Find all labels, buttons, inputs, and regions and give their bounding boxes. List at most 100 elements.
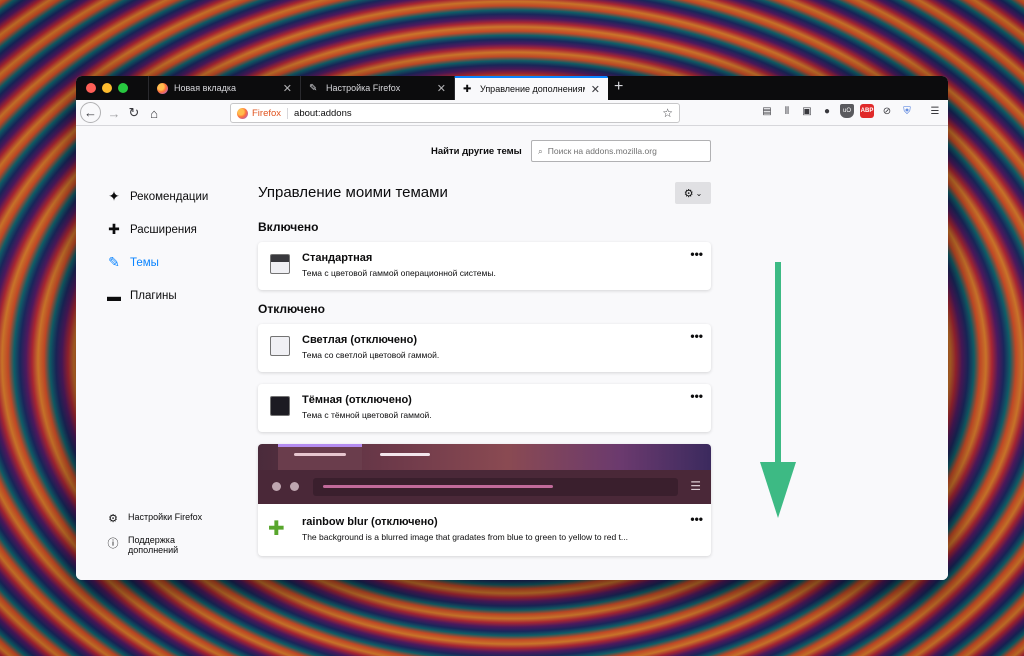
account-icon[interactable]: ● [820, 104, 834, 118]
addons-page: ✦ Рекомендации ✚ Расширения ✎ Темы ▬ Пла… [76, 126, 948, 580]
arrow-head [760, 462, 796, 518]
categories-sidebar: ✦ Рекомендации ✚ Расширения ✎ Темы ▬ Пла… [106, 180, 256, 312]
addons-search-input[interactable]: ⌕ Поиск на addons.mozilla.org [531, 140, 711, 162]
firefox-icon [237, 107, 248, 119]
forward-button[interactable]: → [104, 103, 124, 123]
help-icon: ⓘ [107, 538, 119, 550]
sidebar-item-recommendations[interactable]: ✦ Рекомендации [106, 180, 256, 213]
themes-list: Управление моими темами ⚙ ⌄ Включено Ста… [258, 176, 711, 556]
tab-title: Новая вкладка [174, 83, 237, 93]
bookmark-star-icon[interactable]: ☆ [662, 106, 673, 120]
tab-firefox-settings[interactable]: ✎ Настройка Firefox ✕ [300, 76, 454, 100]
sidebar-item-label: Плагины [130, 289, 177, 302]
gear-icon: ⚙ [108, 513, 118, 525]
find-more-themes-label: Найти другие темы [431, 146, 522, 157]
brush-icon: ✎ [108, 254, 120, 270]
url-text[interactable]: about:addons [294, 108, 656, 119]
sidebar-footer: ⚙ Настройки Firefox ⓘ Поддержка дополнен… [106, 512, 256, 565]
toolbar-icons: ▤ ⫴ ▣ ● uO ABP ⊘ ⛨ ☰ [760, 104, 942, 118]
enabled-heading: Включено [258, 220, 319, 234]
plugin-icon: ▬ [107, 287, 121, 304]
preview-forward-dot [290, 482, 299, 491]
sidebar-item-themes[interactable]: ✎ Темы [106, 246, 256, 279]
back-button[interactable]: ← [80, 102, 101, 123]
url-brand-label: Firefox [252, 107, 282, 119]
theme-name: Стандартная [302, 252, 373, 264]
footer-link-label: Настройки Firefox [128, 512, 203, 522]
theme-name: Светлая (отключено) [302, 334, 417, 346]
reload-button[interactable]: ↻ [124, 103, 144, 123]
theme-light-icon [270, 336, 290, 356]
preview-url-bar [313, 478, 678, 496]
preview-tab-indicator [278, 444, 362, 447]
tab-strip: Новая вкладка ✕ ✎ Настройка Firefox ✕ ✚ … [76, 76, 948, 100]
arrow-shaft [775, 262, 781, 472]
more-options-icon[interactable]: ••• [690, 512, 703, 526]
tab-title: Настройка Firefox [326, 83, 401, 93]
zoom-window-button[interactable] [118, 83, 128, 93]
new-tab-button[interactable]: + [614, 78, 623, 96]
tab-new-tab[interactable]: Новая вкладка ✕ [148, 76, 300, 100]
tab-addons-manager[interactable]: ✚ Управление дополнениями ✕ [454, 76, 608, 100]
menu-icon[interactable]: ☰ [928, 104, 942, 118]
theme-description: Тема со светлой цветовой гаммой. [302, 350, 440, 360]
disabled-heading: Отключено [258, 302, 325, 316]
sidebar-item-plugins[interactable]: ▬ Плагины [106, 279, 256, 312]
sparkle-puzzle-icon: ✦ [108, 188, 120, 204]
more-options-icon[interactable]: ••• [690, 389, 703, 403]
page-title: Управление моими темами [258, 183, 448, 201]
close-window-button[interactable] [86, 83, 96, 93]
url-bar[interactable]: Firefox about:addons ☆ [230, 103, 680, 123]
sidebar-item-extensions[interactable]: ✚ Расширения [106, 213, 256, 246]
adblock-plus-icon[interactable]: ABP [860, 104, 874, 118]
brush-icon: ✎ [309, 82, 318, 94]
addons-support-link[interactable]: ⓘ Поддержка дополнений [106, 535, 256, 555]
preview-toolbar: ☰ [258, 470, 711, 504]
close-tab-icon[interactable]: ✕ [591, 83, 600, 96]
block-icon[interactable]: ⊘ [880, 104, 894, 118]
shield-icon[interactable]: ⛨ [900, 104, 914, 118]
theme-default-icon [270, 254, 290, 274]
firefox-settings-link[interactable]: ⚙ Настройки Firefox [106, 512, 256, 525]
theme-card-light[interactable]: Светлая (отключено) Тема со светлой цвет… [258, 324, 711, 372]
theme-card-rainbow-blur[interactable]: ☰ ✚ rainbow blur (отключено) The backgro… [258, 444, 711, 556]
sidebar-item-label: Расширения [130, 223, 197, 236]
sidebar-item-label: Рекомендации [130, 190, 209, 203]
theme-name: Тёмная (отключено) [302, 394, 412, 406]
preview-url-line [323, 485, 553, 488]
navigation-toolbar: ← → ↻ ⌂ Firefox about:addons ☆ ▤ ⫴ ▣ ● u… [76, 100, 948, 126]
preview-active-tab [278, 447, 362, 470]
preview-back-dot [272, 482, 281, 491]
preview-menu-icon: ☰ [690, 479, 701, 493]
close-tab-icon[interactable]: ✕ [283, 82, 292, 95]
more-options-icon[interactable]: ••• [690, 247, 703, 261]
preview-tab-line [380, 453, 430, 456]
tools-menu-button[interactable]: ⚙ ⌄ [675, 182, 711, 204]
theme-dark-icon [270, 396, 290, 416]
puzzle-icon: ✚ [463, 83, 472, 95]
firefox-icon [157, 82, 168, 94]
scroll-down-arrow [760, 262, 796, 518]
ublock-icon[interactable]: uO [840, 104, 854, 118]
pocket-icon[interactable]: ▤ [760, 104, 774, 118]
more-options-icon[interactable]: ••• [690, 329, 703, 343]
puzzle-icon: ✚ [268, 518, 285, 540]
preview-tab-line [294, 453, 346, 456]
home-button[interactable]: ⌂ [144, 103, 164, 123]
browser-window: Новая вкладка ✕ ✎ Настройка Firefox ✕ ✚ … [76, 76, 948, 580]
close-tab-icon[interactable]: ✕ [437, 82, 446, 95]
theme-preview: ☰ [258, 444, 711, 504]
window-controls [86, 83, 128, 93]
sidebar-item-label: Темы [130, 256, 159, 269]
sidebar-icon[interactable]: ▣ [800, 104, 814, 118]
identity-box[interactable]: Firefox [237, 107, 289, 119]
library-icon[interactable]: ⫴ [780, 104, 794, 118]
search-placeholder: Поиск на addons.mozilla.org [547, 146, 657, 156]
theme-details: ✚ rainbow blur (отключено) The backgroun… [258, 504, 711, 542]
tab-title: Управление дополнениями [480, 84, 585, 94]
minimize-window-button[interactable] [102, 83, 112, 93]
theme-description: Тема с цветовой гаммой операционной сист… [302, 268, 496, 278]
puzzle-icon: ✚ [108, 221, 120, 237]
theme-card-default[interactable]: Стандартная Тема с цветовой гаммой опера… [258, 242, 711, 290]
theme-card-dark[interactable]: Тёмная (отключено) Тема с тёмной цветово… [258, 384, 711, 432]
